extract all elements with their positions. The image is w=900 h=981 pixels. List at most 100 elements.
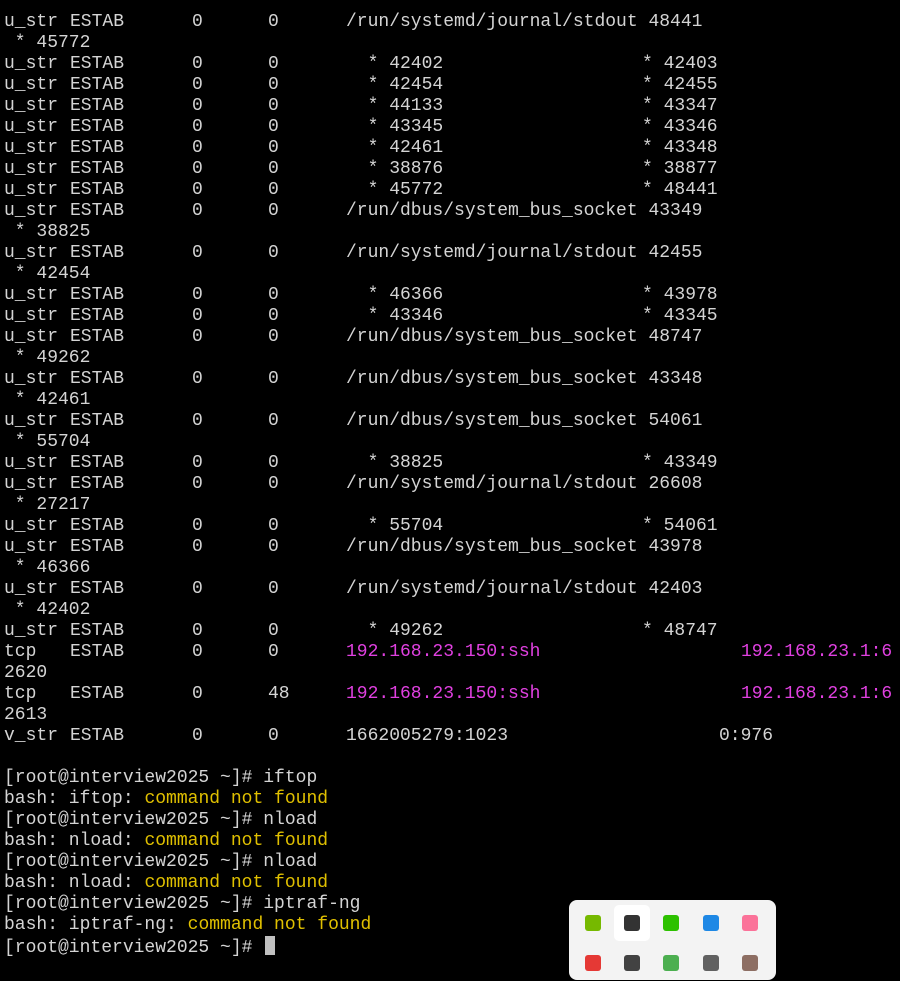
recv-q: 0	[192, 642, 203, 662]
nvidia-icon[interactable]	[575, 905, 611, 941]
output-line: u_str ESTAB 0 0/run/dbus/system_bus_socket …	[4, 537, 900, 558]
error-prefix: bash: nload:	[4, 831, 145, 851]
local-address: * 42461	[346, 138, 444, 158]
send-q: 0	[268, 621, 279, 641]
state: ESTAB	[70, 138, 125, 158]
netid: tcp	[4, 642, 37, 662]
output-line: * 27217	[4, 495, 900, 516]
peer-address: * 43978	[642, 285, 718, 305]
output-line: u_str ESTAB 0 0 * 43346 * 43345	[4, 306, 900, 327]
wechat-icon-glyph	[663, 915, 679, 931]
local-address: /run/dbus/system_bus_socket 43349	[346, 201, 703, 221]
output-text: * 42402	[4, 600, 91, 620]
netid: u_str	[4, 411, 59, 431]
send-q: 0	[268, 579, 279, 599]
local-address: 192.168.23.150:ssh	[346, 684, 541, 704]
local-address: * 42454	[346, 75, 444, 95]
peer-address: * 43346	[642, 117, 718, 137]
send-q: 48	[268, 684, 290, 704]
error-message: command not found	[144, 831, 329, 851]
grid-app-icon[interactable]	[732, 945, 768, 981]
state: ESTAB	[70, 684, 125, 704]
peer-address: * 43347	[642, 96, 718, 116]
error-prefix: bash: nload:	[4, 873, 145, 893]
output-line: u_str ESTAB 0 0 * 38876 * 38877	[4, 159, 900, 180]
local-address: /run/dbus/system_bus_socket 48747	[346, 327, 703, 347]
output-line: u_str ESTAB 0 0/run/dbus/system_bus_socket …	[4, 369, 900, 390]
peer-address: * 43348	[642, 138, 718, 158]
dark-app-icon[interactable]	[614, 945, 650, 981]
state: ESTAB	[70, 726, 125, 746]
output-text: * 49262	[4, 348, 91, 368]
recv-q: 0	[192, 411, 203, 431]
peer-address: * 48441	[642, 180, 718, 200]
netid: u_str	[4, 369, 59, 389]
peer-address: * 43349	[642, 453, 718, 473]
shell-prompt: [root@interview2025 ~]#	[4, 810, 253, 830]
output-line: * 45772	[4, 33, 900, 54]
send-q: 0	[268, 243, 279, 263]
shell-command	[252, 938, 263, 958]
output-text: * 55704	[4, 432, 91, 452]
state: ESTAB	[70, 306, 125, 326]
chrome-icon[interactable]	[653, 945, 689, 981]
output-line: u_str ESTAB 0 0 * 42454 * 42455	[4, 75, 900, 96]
state: ESTAB	[70, 411, 125, 431]
local-address: * 43346	[346, 306, 444, 326]
shell-command: iftop	[252, 768, 318, 788]
network-app-icon[interactable]	[693, 905, 729, 941]
local-address: /run/systemd/journal/stdout 26608	[346, 474, 703, 494]
pen-tool-icon[interactable]	[614, 905, 650, 941]
local-address: /run/dbus/system_bus_socket 43978	[346, 537, 703, 557]
local-address: * 38876	[346, 159, 444, 179]
output-text: * 38825	[4, 222, 91, 242]
output-line: v_str ESTAB 0 0 1662005279:1023 0:976	[4, 726, 900, 747]
recv-q: 0	[192, 306, 203, 326]
output-line: * 49262	[4, 348, 900, 369]
error-message: command not found	[144, 789, 329, 809]
output-text: * 46366	[4, 558, 91, 578]
netid: u_str	[4, 96, 59, 116]
local-address: * 45772	[346, 180, 444, 200]
grid-app-icon-glyph	[742, 955, 758, 971]
recv-q: 0	[192, 54, 203, 74]
chrome-icon-glyph	[663, 955, 679, 971]
recv-q: 0	[192, 684, 203, 704]
output-line: u_str ESTAB 0 0 * 43345 * 43346	[4, 117, 900, 138]
send-q: 0	[268, 54, 279, 74]
recv-q: 0	[192, 327, 203, 347]
output-text: * 45772	[4, 33, 91, 53]
state: ESTAB	[70, 453, 125, 473]
shell-prompt: [root@interview2025 ~]#	[4, 852, 253, 872]
red-app-icon[interactable]	[575, 945, 611, 981]
recv-q: 0	[192, 621, 203, 641]
text-cursor[interactable]	[265, 936, 276, 955]
recv-q: 0	[192, 159, 203, 179]
state: ESTAB	[70, 537, 125, 557]
output-line: u_str ESTAB 0 0 * 45772 * 48441	[4, 180, 900, 201]
output-line: 2620	[4, 663, 900, 684]
wechat-icon[interactable]	[653, 905, 689, 941]
recv-q: 0	[192, 180, 203, 200]
peer-address: 192.168.23.1:6	[741, 684, 893, 704]
recv-q: 0	[192, 201, 203, 221]
output-line: u_str ESTAB 0 0/run/systemd/journal/stdout …	[4, 474, 900, 495]
terminal-output: u_str ESTAB 0 0/run/systemd/journal/stdout …	[4, 12, 900, 958]
output-line: u_str ESTAB 0 0 * 46366 * 43978	[4, 285, 900, 306]
terminal-window[interactable]: u_str ESTAB 0 0/run/systemd/journal/stdout …	[0, 0, 900, 967]
dark-app-icon-glyph	[624, 955, 640, 971]
output-line: u_str ESTAB 0 0 * 42461 * 43348	[4, 138, 900, 159]
recv-q: 0	[192, 369, 203, 389]
shell-line: bash: nload: command not found	[4, 873, 900, 894]
bilibili-icon[interactable]	[732, 905, 768, 941]
local-address: 1662005279:1023	[346, 726, 509, 746]
netid: u_str	[4, 12, 59, 32]
output-line: u_str ESTAB 0 0 * 55704 * 54061	[4, 516, 900, 537]
send-q: 0	[268, 537, 279, 557]
recv-q: 0	[192, 474, 203, 494]
netid: u_str	[4, 474, 59, 494]
peer-address: * 42403	[642, 54, 718, 74]
output-text: * 27217	[4, 495, 91, 515]
usb-icon[interactable]	[693, 945, 729, 981]
local-address: * 49262	[346, 621, 444, 641]
